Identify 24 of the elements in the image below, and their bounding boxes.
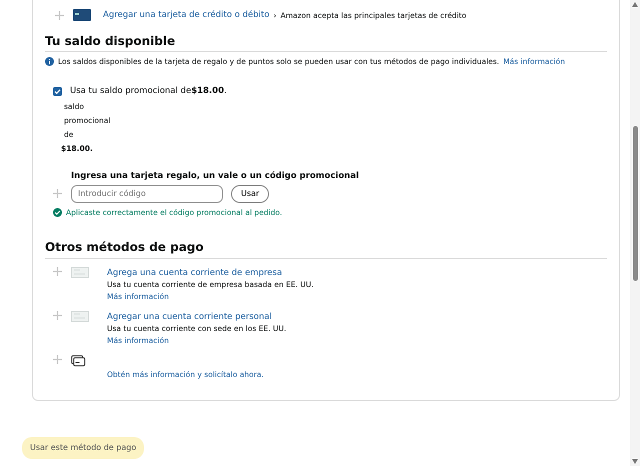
checkbox[interactable] (53, 87, 62, 96)
plus-icon[interactable] (53, 354, 63, 364)
check-icon (71, 266, 89, 278)
use-button[interactable]: Usar (231, 184, 270, 203)
scrollbar-thumb[interactable] (632, 126, 638, 280)
section-heading: Tu saldo disponible (45, 34, 176, 48)
plus-icon[interactable] (55, 10, 65, 20)
scroll-up-icon[interactable] (632, 2, 638, 7)
plus-icon[interactable] (53, 310, 63, 320)
code-label: Ingresa una tarjeta regalo, un vale o un código promocional (71, 170, 359, 183)
scroll-down-icon[interactable] (632, 459, 638, 464)
card-stack-icon (71, 354, 86, 367)
method-title-link[interactable]: Agrega una cuenta corriente de empresa (107, 266, 282, 279)
plus-icon[interactable] (53, 189, 63, 198)
check-icon (71, 310, 89, 322)
section-heading: Otros métodos de pago (45, 240, 205, 255)
promo-label: Usa tu saldo promocional de$18.00. (70, 85, 227, 98)
method-title-link[interactable]: Agregar una cuenta corriente personal (107, 310, 272, 323)
add-card-link[interactable]: Agregar una tarjeta de crédito o débito (103, 9, 270, 22)
success-check-icon (53, 208, 62, 218)
plus-icon[interactable] (53, 266, 63, 276)
code-input[interactable]: Introducir código (71, 184, 223, 203)
info-icon (45, 57, 54, 66)
credit-card-icon (73, 9, 91, 22)
